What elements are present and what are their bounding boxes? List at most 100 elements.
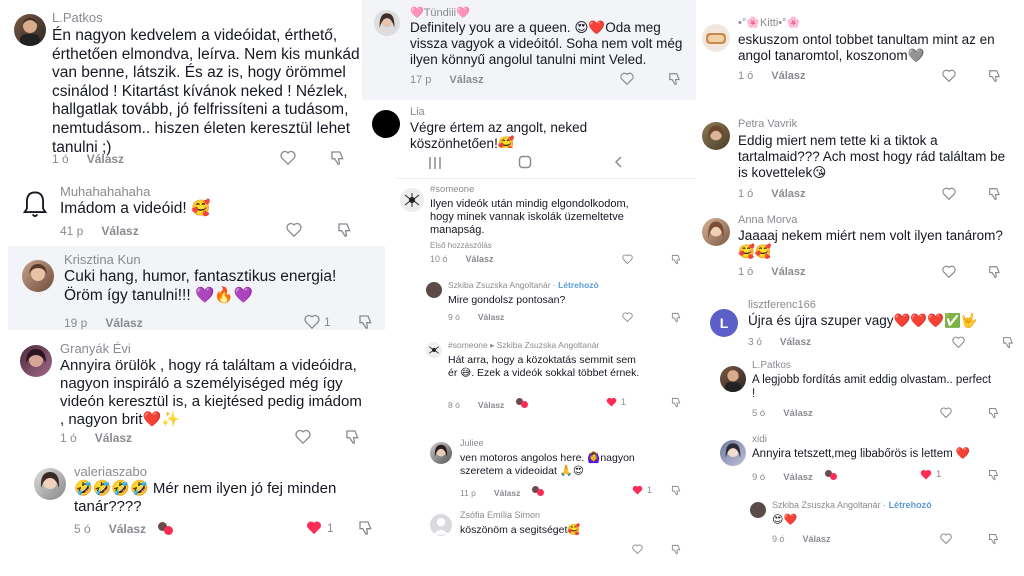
username[interactable]: Lia — [410, 106, 425, 118]
avatar[interactable] — [702, 122, 730, 150]
reply-button[interactable]: Válasz — [466, 254, 494, 264]
avatar[interactable] — [720, 440, 746, 466]
dislike-button[interactable] — [988, 407, 1000, 419]
comment-text: Újra és újra szuper vagy❤️❤️❤️✅🤟 — [748, 313, 978, 328]
username[interactable]: Zsófia Emília Simon — [460, 510, 540, 520]
like-button[interactable] — [952, 336, 965, 348]
avatar[interactable] — [400, 188, 424, 212]
like-button[interactable]: 1 — [632, 485, 652, 495]
like-button[interactable] — [620, 72, 634, 85]
dislike-button[interactable] — [337, 222, 353, 238]
avatar[interactable]: L — [710, 309, 738, 337]
reply-button[interactable]: Válasz — [771, 70, 805, 82]
like-button[interactable] — [942, 265, 956, 278]
username[interactable]: •°🌸Kitti•°🌸 — [738, 16, 800, 29]
avatar[interactable] — [374, 10, 400, 36]
thumbs-down-icon — [989, 408, 999, 419]
avatar[interactable] — [750, 502, 766, 518]
comment: Anna Morva Jaaaaj nekem miért nem volt i… — [696, 210, 1024, 290]
username[interactable]: #someone — [430, 184, 474, 195]
like-button[interactable] — [940, 533, 952, 544]
dislike-button[interactable] — [671, 544, 682, 555]
avatar[interactable] — [426, 282, 442, 298]
avatar[interactable] — [22, 260, 54, 292]
reply-button[interactable]: Válasz — [105, 316, 142, 330]
reply-button[interactable]: Válasz — [771, 188, 805, 200]
avatar[interactable] — [14, 14, 46, 46]
dislike-button[interactable] — [988, 69, 1002, 83]
like-button[interactable] — [622, 312, 633, 322]
avatar[interactable] — [430, 514, 452, 536]
dislike-button[interactable] — [671, 312, 682, 323]
reply-button[interactable]: Válasz — [109, 522, 146, 536]
like-button[interactable] — [622, 254, 633, 264]
username[interactable]: L.Patkos — [752, 360, 791, 371]
username[interactable]: #someone ▸ Szkiba Zsuzska Angoltanár — [448, 340, 599, 351]
back-icon[interactable] — [612, 155, 626, 169]
username[interactable]: Anna Morva — [738, 214, 797, 226]
username[interactable]: valeriaszabo — [74, 464, 147, 479]
comment-text: Annyira tetszett,meg libabőrös is lettem… — [752, 448, 971, 460]
reply-button[interactable]: Válasz — [95, 431, 132, 445]
avatar[interactable] — [20, 345, 52, 377]
dislike-button[interactable] — [668, 72, 682, 86]
username[interactable]: lisztferenc166 — [748, 299, 816, 311]
username[interactable]: Krisztina Kun — [64, 252, 141, 267]
avatar[interactable] — [34, 468, 66, 500]
reply-button[interactable]: Válasz — [771, 266, 805, 278]
avatar[interactable] — [720, 366, 746, 392]
reply-button[interactable]: Válasz — [449, 74, 483, 86]
comment-meta: 9 ó Válasz — [772, 534, 831, 544]
dislike-button[interactable] — [358, 520, 374, 536]
like-button[interactable] — [280, 150, 296, 165]
avatar[interactable] — [702, 24, 730, 52]
username[interactable]: L.Patkos — [52, 10, 103, 25]
username[interactable]: 🩷Tündiii🩷 — [410, 6, 470, 19]
dislike-button[interactable] — [988, 265, 1002, 279]
dislike-button[interactable] — [345, 429, 361, 445]
dislike-button[interactable] — [1002, 336, 1015, 349]
like-button[interactable]: 1 — [304, 314, 331, 329]
username[interactable]: Szkiba Zsuszka Angoltanár · Létrehozó — [772, 500, 932, 510]
menu-icon[interactable] — [428, 156, 442, 170]
like-button[interactable] — [286, 222, 302, 237]
like-button[interactable]: 1 — [606, 397, 626, 407]
avatar[interactable] — [372, 110, 400, 138]
dislike-button[interactable] — [671, 254, 682, 265]
dislike-button[interactable] — [988, 469, 1000, 481]
timestamp: 1 ó — [738, 70, 754, 82]
reply-button[interactable]: Válasz — [101, 224, 138, 238]
reply-button[interactable]: Válasz — [780, 337, 811, 348]
dislike-button[interactable] — [988, 533, 1000, 545]
reply-button[interactable]: Válasz — [478, 312, 504, 322]
avatar[interactable] — [426, 342, 442, 358]
like-button[interactable] — [940, 407, 952, 418]
reply-button[interactable]: Válasz — [803, 534, 831, 544]
reply-button[interactable]: Válasz — [783, 472, 813, 483]
dislike-button[interactable] — [330, 150, 346, 166]
avatar[interactable] — [702, 218, 730, 246]
reply-button[interactable]: Válasz — [87, 152, 124, 166]
reply-button[interactable]: Válasz — [783, 408, 813, 419]
reply-button[interactable]: Válasz — [478, 400, 504, 410]
like-button[interactable] — [295, 429, 311, 444]
dislike-button[interactable] — [671, 485, 682, 496]
username[interactable]: Muhahahahaha — [60, 184, 150, 199]
username[interactable]: xidi — [752, 434, 767, 445]
like-button[interactable]: 1 — [306, 520, 334, 535]
dislike-button[interactable] — [671, 397, 682, 408]
comment-text: Én nagyon kedvelem a videóidat, érthető,… — [52, 27, 360, 156]
like-button[interactable] — [942, 69, 956, 82]
home-icon[interactable] — [518, 155, 532, 169]
like-button[interactable]: 1 — [920, 469, 941, 480]
like-button[interactable] — [632, 544, 643, 554]
reply-button[interactable]: Válasz — [494, 488, 520, 498]
username[interactable]: Szkiba Zsuzska Angoltanár · Létrehozó — [448, 280, 599, 290]
username[interactable]: Juliee — [460, 438, 484, 448]
username[interactable]: Granyák Évi — [60, 341, 131, 356]
like-button[interactable] — [942, 187, 956, 200]
username[interactable]: Petra Vavrik — [738, 118, 797, 130]
avatar[interactable] — [430, 442, 452, 464]
dislike-button[interactable] — [358, 314, 374, 330]
dislike-button[interactable] — [988, 187, 1002, 201]
